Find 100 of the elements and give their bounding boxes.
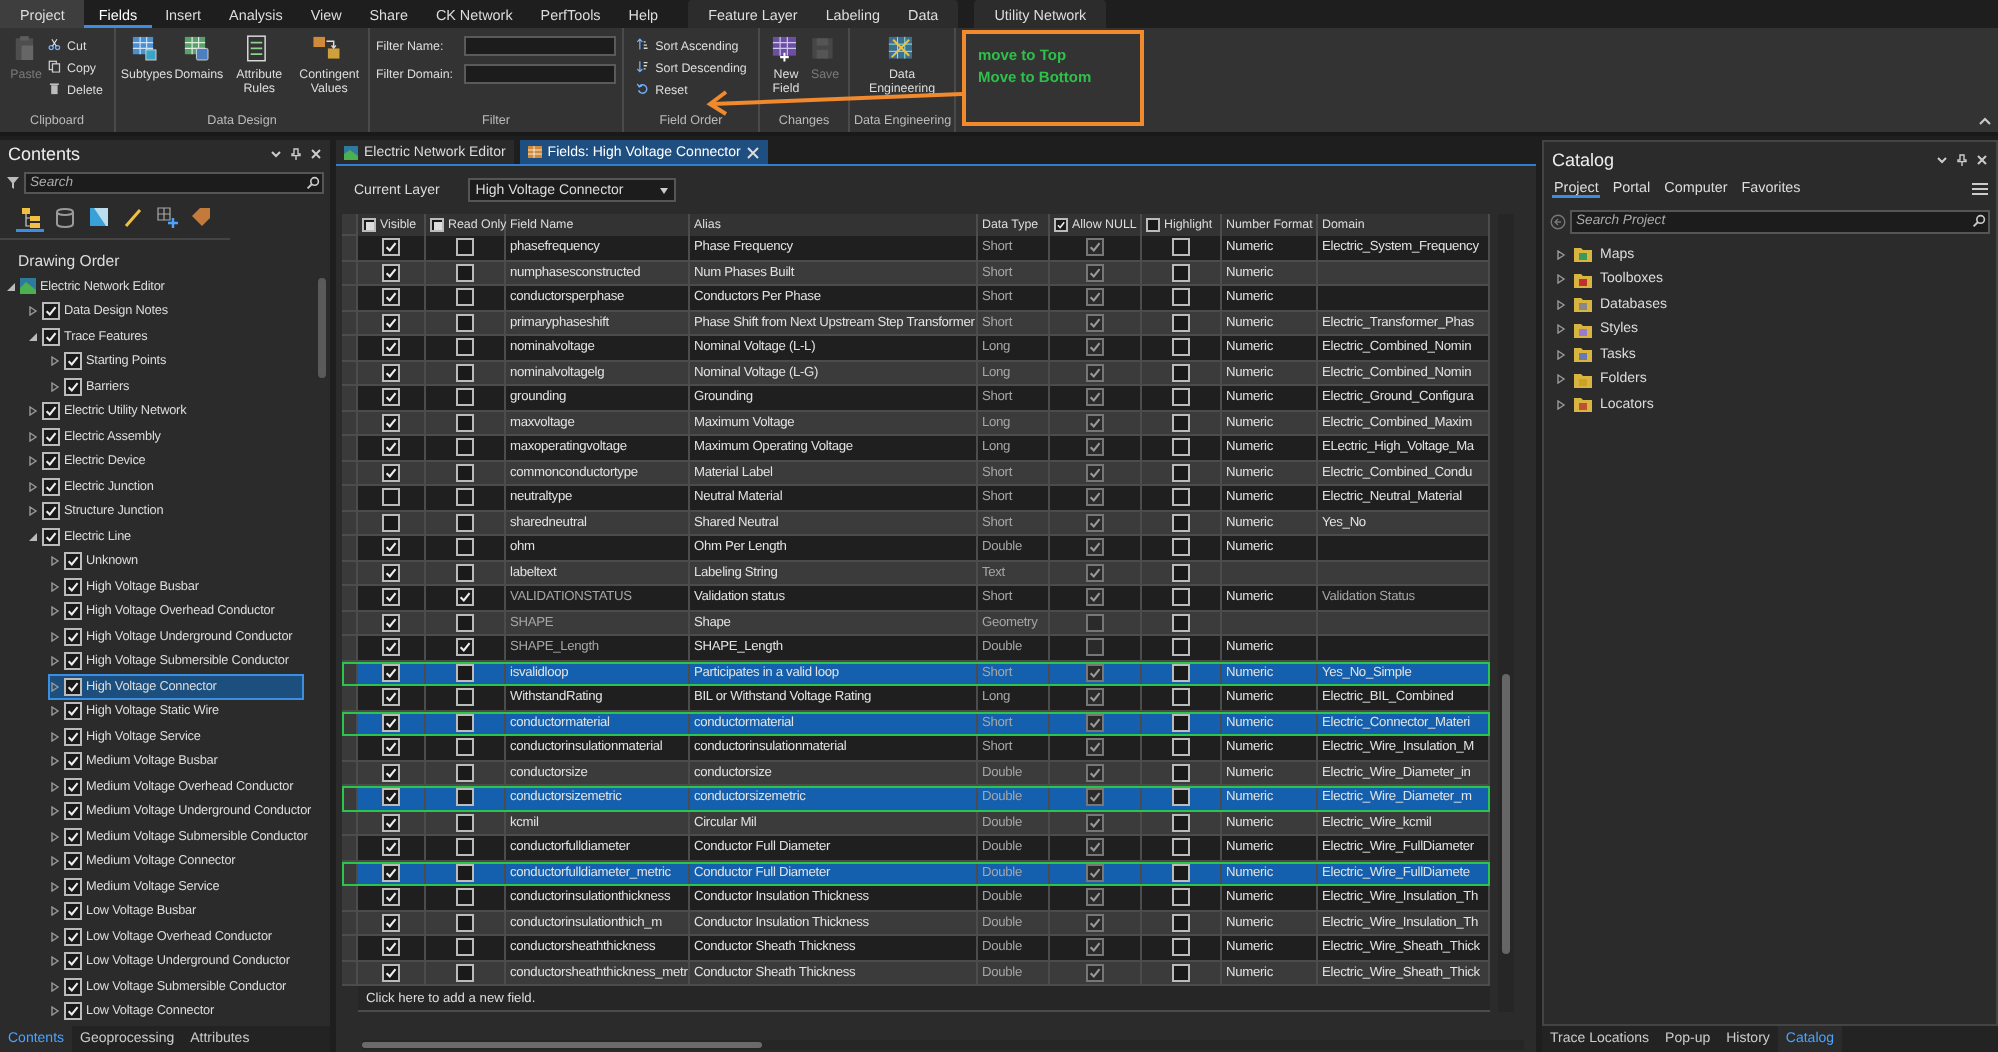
checkbox[interactable] (1086, 913, 1104, 932)
expand-arrow-icon[interactable] (50, 956, 60, 967)
checkbox[interactable] (382, 638, 400, 657)
checkbox[interactable] (382, 238, 400, 257)
expand-arrow-icon[interactable] (50, 556, 60, 567)
checkbox[interactable] (64, 752, 82, 771)
filter-field[interactable] (464, 36, 616, 56)
close-icon[interactable] (1976, 153, 1988, 165)
expand-arrow-icon[interactable] (1556, 274, 1566, 285)
checkbox[interactable] (456, 663, 474, 682)
checkbox[interactable] (1172, 963, 1190, 982)
checkbox[interactable] (382, 563, 400, 582)
checkbox[interactable] (362, 218, 376, 232)
expand-arrow-icon[interactable] (50, 606, 60, 617)
checkbox[interactable] (1086, 788, 1104, 807)
checkbox[interactable] (382, 363, 400, 382)
checkbox[interactable] (1086, 963, 1104, 982)
checkbox[interactable] (382, 738, 400, 757)
checkbox[interactable] (1054, 218, 1068, 232)
checkbox[interactable] (456, 713, 474, 732)
checkbox[interactable] (1086, 688, 1104, 707)
checkbox[interactable] (382, 713, 400, 732)
checkbox[interactable] (42, 452, 60, 471)
checkbox[interactable] (1086, 588, 1104, 607)
close-icon[interactable] (310, 148, 322, 160)
checkbox[interactable] (42, 502, 60, 521)
checkbox[interactable] (382, 938, 400, 957)
collapse-arrow-icon[interactable] (6, 281, 16, 292)
checkbox[interactable] (42, 302, 60, 321)
collapse-arrow-icon[interactable] (28, 531, 38, 542)
expand-arrow-icon[interactable] (50, 981, 60, 992)
checkbox[interactable] (456, 513, 474, 532)
checkbox[interactable] (1172, 288, 1190, 307)
filter-field[interactable] (464, 64, 616, 84)
checkbox[interactable] (64, 802, 82, 821)
checkbox[interactable] (382, 613, 400, 632)
checkbox[interactable] (456, 338, 474, 357)
checkbox[interactable] (456, 588, 474, 607)
checkbox[interactable] (1086, 513, 1104, 532)
checkbox[interactable] (64, 852, 82, 871)
row-header[interactable] (342, 711, 358, 736)
checkbox[interactable] (456, 863, 474, 882)
collapse-ribbon-icon[interactable] (1978, 116, 1992, 126)
expand-arrow-icon[interactable] (1556, 249, 1566, 260)
checkbox[interactable] (1172, 363, 1190, 382)
checkbox[interactable] (64, 552, 82, 571)
checkbox[interactable] (456, 688, 474, 707)
expand-arrow-icon[interactable] (50, 631, 60, 642)
expand-arrow-icon[interactable] (50, 381, 60, 392)
checkbox[interactable] (1086, 288, 1104, 307)
row-header[interactable] (342, 811, 358, 836)
expand-arrow-icon[interactable] (50, 856, 60, 867)
checkbox[interactable] (42, 427, 60, 446)
checkbox[interactable] (1146, 218, 1160, 232)
checkbox[interactable] (1172, 813, 1190, 832)
checkbox[interactable] (64, 827, 82, 846)
checkbox[interactable] (42, 327, 60, 346)
collapse-arrow-icon[interactable] (28, 331, 38, 342)
expand-arrow-icon[interactable] (50, 1006, 60, 1017)
checkbox[interactable] (64, 702, 82, 721)
checkbox[interactable] (64, 677, 82, 696)
checkbox[interactable] (1086, 838, 1104, 857)
checkbox[interactable] (382, 263, 400, 282)
checkbox[interactable] (1086, 763, 1104, 782)
expand-arrow-icon[interactable] (28, 306, 38, 317)
expand-arrow-icon[interactable] (28, 456, 38, 467)
checkbox[interactable] (382, 463, 400, 482)
checkbox[interactable] (1172, 438, 1190, 457)
chevron-down-icon[interactable] (1936, 153, 1948, 165)
checkbox[interactable] (456, 838, 474, 857)
expand-arrow-icon[interactable] (50, 831, 60, 842)
checkbox[interactable] (64, 627, 82, 646)
checkbox[interactable] (64, 977, 82, 996)
checkbox[interactable] (456, 563, 474, 582)
search-icon[interactable] (1972, 213, 1986, 227)
horizontal-scrollbar[interactable] (362, 1040, 1524, 1050)
checkbox[interactable] (456, 813, 474, 832)
checkbox[interactable] (382, 688, 400, 707)
checkbox[interactable] (1172, 338, 1190, 357)
expand-arrow-icon[interactable] (50, 656, 60, 667)
checkbox[interactable] (64, 902, 82, 921)
checkbox[interactable] (456, 238, 474, 257)
expand-arrow-icon[interactable] (50, 356, 60, 367)
checkbox[interactable] (1172, 588, 1190, 607)
checkbox[interactable] (1172, 463, 1190, 482)
checkbox[interactable] (1172, 913, 1190, 932)
database-icon[interactable] (50, 204, 78, 232)
checkbox[interactable] (1086, 263, 1104, 282)
checkbox[interactable] (456, 463, 474, 482)
expand-arrow-icon[interactable] (1556, 299, 1566, 310)
checkbox[interactable] (382, 413, 400, 432)
checkbox[interactable] (1086, 738, 1104, 757)
checkbox[interactable] (456, 363, 474, 382)
checkbox[interactable] (382, 838, 400, 857)
expand-arrow-icon[interactable] (50, 681, 60, 692)
close-icon[interactable] (746, 145, 761, 159)
checkbox[interactable] (1172, 863, 1190, 882)
checkbox[interactable] (382, 963, 400, 982)
checkbox[interactable] (1086, 238, 1104, 257)
checkbox[interactable] (64, 927, 82, 946)
